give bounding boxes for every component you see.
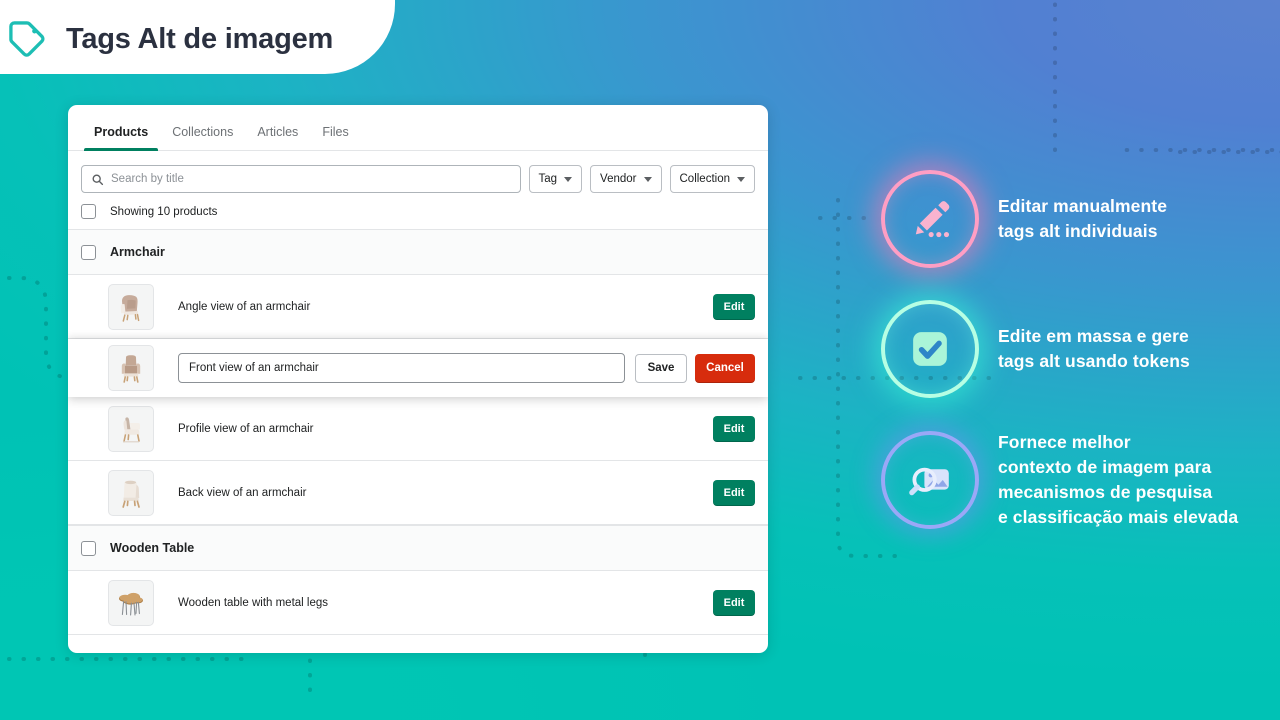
feature-icon-circle-violet (881, 430, 979, 529)
alt-text-value: Wooden table with metal legs (178, 596, 329, 609)
filter-vendor-label: Vendor (600, 173, 637, 185)
chevron-down-icon (643, 176, 652, 182)
product-thumbnail (108, 469, 154, 516)
tab-products[interactable]: Products (82, 125, 160, 151)
tab-files[interactable]: Files (310, 125, 360, 150)
group-row-wooden-table: Wooden Table (68, 525, 768, 571)
feature-text: Editar manualmente tags alt individuais (998, 194, 1167, 244)
chevron-down-icon (564, 176, 573, 182)
feature-text-line1: Editar manualmente (998, 196, 1168, 217)
page-title: Tags Alt de imagem (66, 22, 334, 55)
edit-button[interactable]: Edit (713, 479, 755, 506)
product-thumbnail (108, 345, 154, 391)
chevron-down-icon (737, 176, 745, 182)
feature-icon-circle-pink (881, 170, 979, 268)
filter-collection-button[interactable]: Collection (669, 165, 755, 193)
feature-text-line1: Edite em massa e gere (998, 326, 1189, 347)
feature-text: Fornece melhor contexto de imagem para m… (998, 430, 1238, 529)
save-button[interactable]: Save (635, 353, 687, 383)
group-name: Wooden Table (110, 541, 195, 555)
product-thumbnail (108, 405, 154, 452)
filter-tag-label: Tag (538, 173, 558, 185)
feature-text-line2: tags alt usando tokens (998, 351, 1190, 371)
filter-tag-button[interactable]: Tag (528, 165, 583, 193)
checkbox-check-icon (913, 332, 947, 366)
select-all-row: Showing 10 products (68, 193, 768, 229)
product-thumbnail (108, 579, 154, 626)
header-banner: Tags Alt de imagem (0, 0, 395, 74)
tab-bar: Products Collections Articles Files (68, 105, 768, 151)
alt-text-input[interactable]: Front view of an armchair (178, 353, 625, 383)
pencil-dots-icon (915, 201, 950, 238)
cancel-button[interactable]: Cancel (695, 353, 755, 383)
edit-button[interactable]: Edit (713, 415, 755, 442)
filter-vendor-button[interactable]: Vendor (590, 165, 662, 193)
alt-text-value: Profile view of an armchair (178, 422, 314, 435)
feature-list: Editar manualmente tags alt individuais … (862, 170, 1272, 561)
group-checkbox-wooden-table[interactable] (81, 540, 96, 556)
alt-text-value: Back view of an armchair (178, 486, 307, 499)
search-placeholder: Search by title (111, 173, 184, 185)
feature-item-seo-context: Fornece melhor contexto de imagem para m… (862, 430, 1272, 529)
showing-count-label: Showing 10 products (110, 205, 218, 218)
edit-button[interactable]: Edit (713, 293, 755, 320)
group-row-armchair: Armchair (68, 229, 768, 275)
promo-banner: Tags Alt de imagem Products Collections … (0, 0, 1280, 720)
select-all-checkbox[interactable] (81, 204, 96, 219)
feature-text-line2: tags alt individuais (998, 221, 1158, 241)
feature-text-line1: Fornece melhor (998, 432, 1131, 452)
tab-articles[interactable]: Articles (245, 125, 310, 150)
feature-item-bulk-edit: Edite em massa e gere tags alt usando to… (862, 300, 1272, 398)
table-row: Back view of an armchair Edit (68, 461, 768, 525)
search-icon (92, 174, 104, 185)
feature-text: Edite em massa e gere tags alt usando to… (998, 324, 1190, 374)
table-row: Wooden table with metal legs Edit (68, 571, 768, 635)
feature-item-edit-manually: Editar manualmente tags alt individuais (862, 170, 1272, 268)
feature-icon-circle-mint (881, 300, 979, 398)
feature-text-line3: mecanismos de pesquisa (998, 481, 1213, 502)
group-name: Armchair (110, 245, 165, 259)
group-checkbox-armchair[interactable] (81, 244, 96, 260)
tag-icon (9, 21, 45, 57)
table-row: Angle view of an armchair Edit (68, 275, 768, 339)
product-thumbnail (108, 283, 154, 330)
tab-collections[interactable]: Collections (160, 125, 245, 150)
table-row: Profile view of an armchair Edit (68, 397, 768, 461)
table-row-editing: Front view of an armchair Save Cancel (68, 339, 768, 397)
feature-text-line4: e classificação mais elevada (998, 506, 1239, 527)
filter-collection-label: Collection (679, 173, 731, 185)
search-input[interactable]: Search by title (81, 165, 521, 193)
feature-text-line2: contexto de imagem para (998, 456, 1212, 477)
alt-text-value: Angle view of an armchair (178, 300, 311, 313)
edit-button[interactable]: Edit (713, 589, 755, 616)
app-card: Products Collections Articles Files Sear… (68, 105, 768, 653)
image-search-icon (909, 467, 949, 495)
filter-bar: Search by title Tag Vendor Collection (68, 151, 768, 193)
